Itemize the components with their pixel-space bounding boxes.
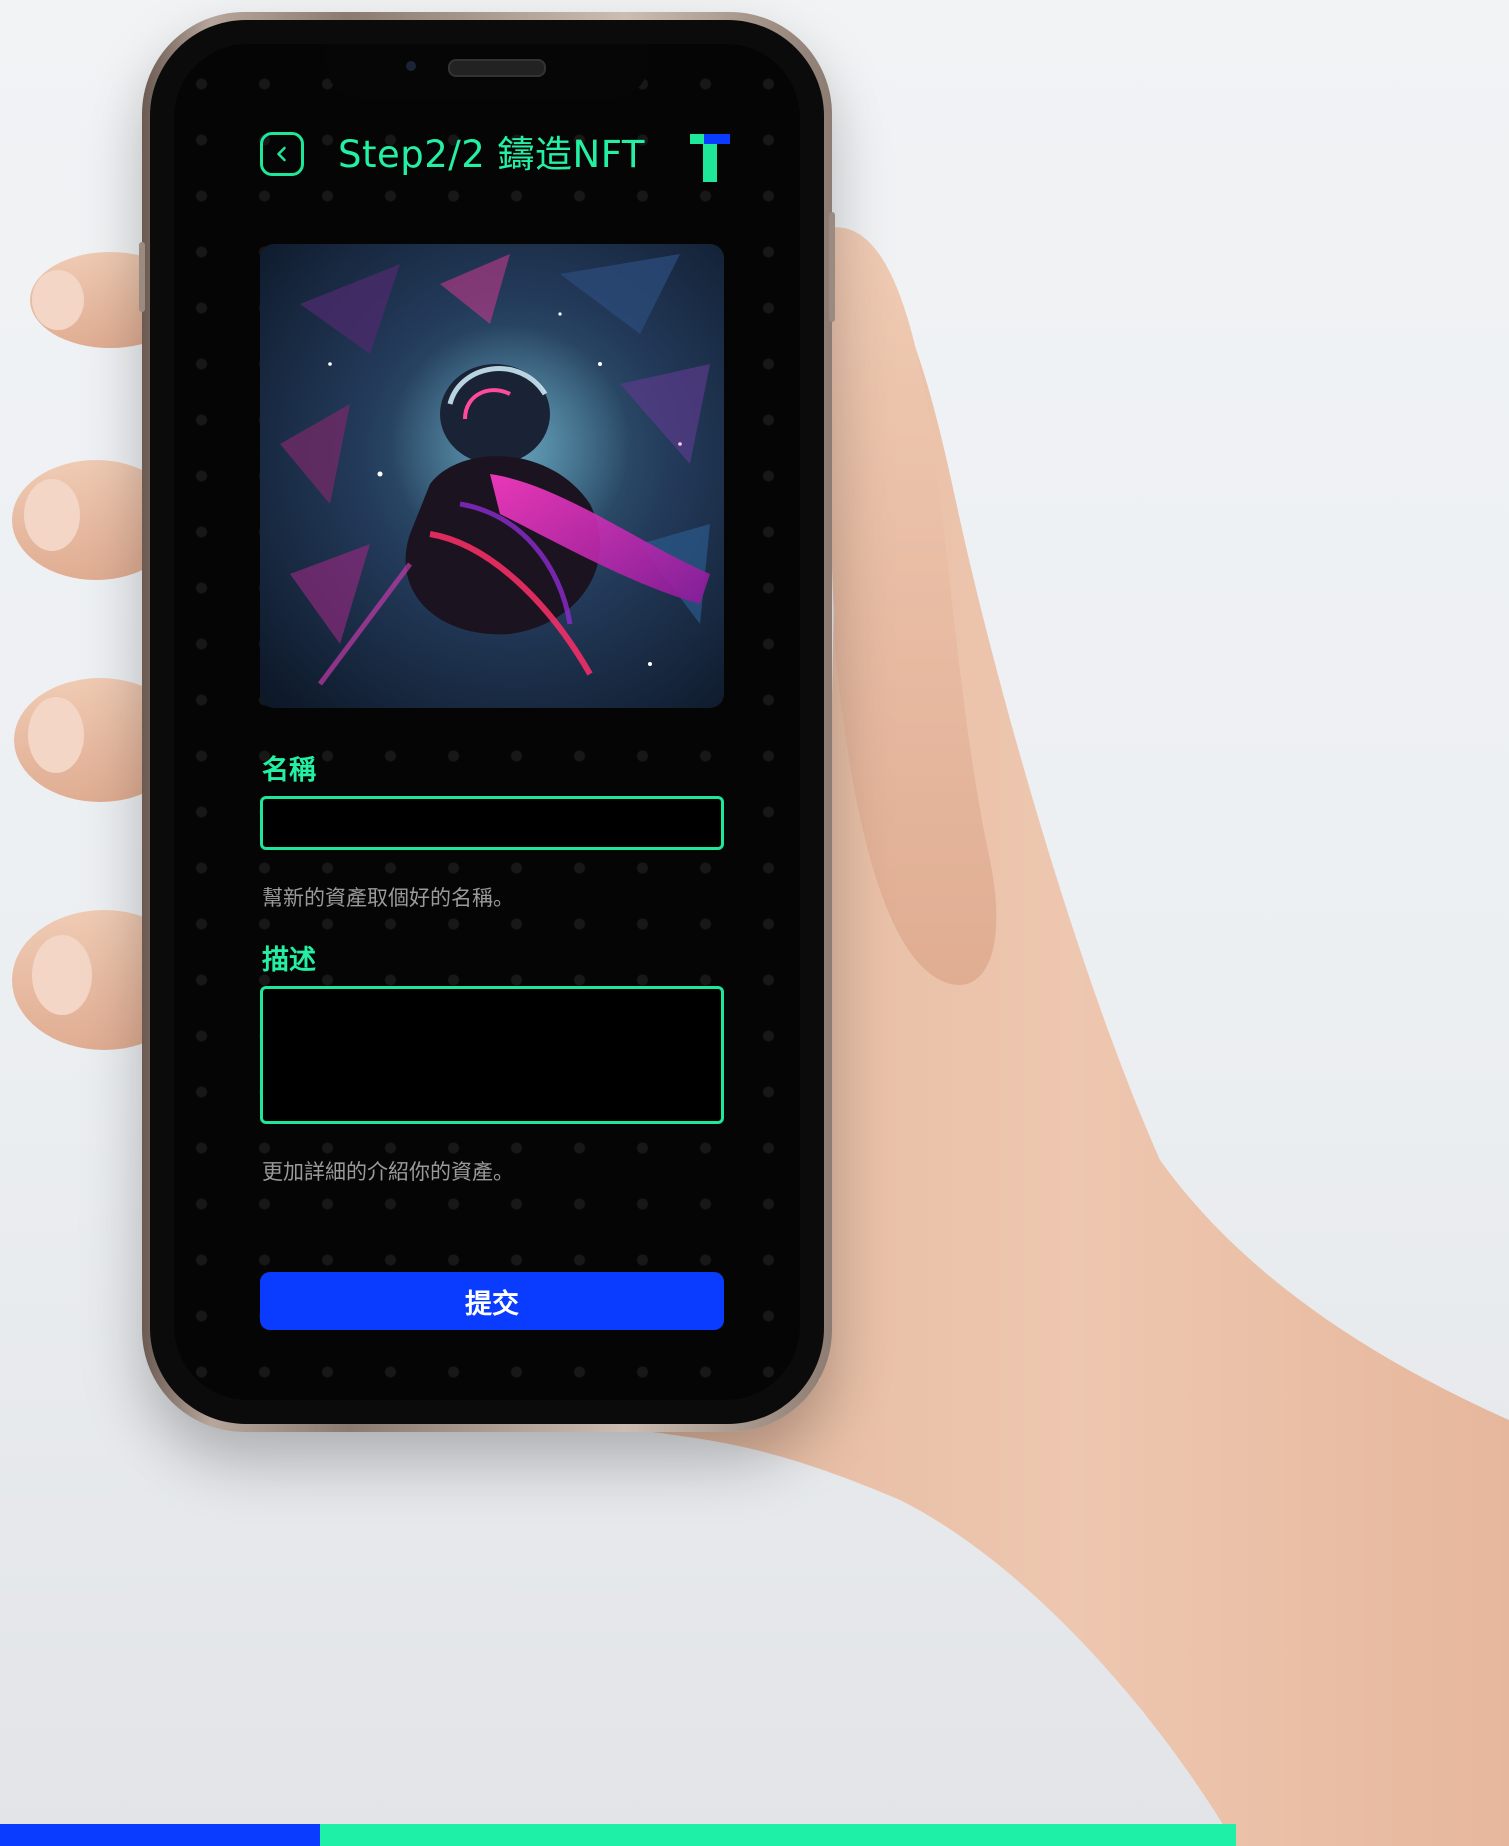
name-input[interactable] — [260, 796, 724, 850]
chevron-left-icon — [277, 146, 286, 162]
name-label: 名稱 — [262, 755, 316, 786]
earpiece-speaker — [448, 59, 546, 77]
front-camera-icon — [406, 61, 416, 71]
description-textarea[interactable] — [260, 986, 724, 1124]
back-button[interactable] — [260, 132, 304, 176]
name-hint: 幫新的資產取個好的名稱。 — [262, 886, 514, 910]
phone-screen: Step2/2 鑄造NFT 名稱 幫新的資產取個好的名稱。 描述 更加詳細的介紹… — [174, 44, 800, 1400]
side-button — [139, 242, 145, 312]
description-label: 描述 — [262, 945, 316, 976]
phone-notch — [326, 44, 648, 98]
brand-stripe-blue — [0, 1824, 320, 1846]
t-logo-icon — [690, 134, 730, 182]
submit-button[interactable]: 提交 — [260, 1272, 724, 1330]
brand-stripe-green — [320, 1824, 1236, 1846]
phone-device: Step2/2 鑄造NFT 名稱 幫新的資產取個好的名稱。 描述 更加詳細的介紹… — [139, 12, 835, 1432]
page-title: Step2/2 鑄造NFT — [338, 133, 645, 176]
nft-artwork-image — [260, 244, 724, 708]
side-button — [829, 212, 835, 322]
description-hint: 更加詳細的介紹你的資產。 — [262, 1160, 514, 1184]
